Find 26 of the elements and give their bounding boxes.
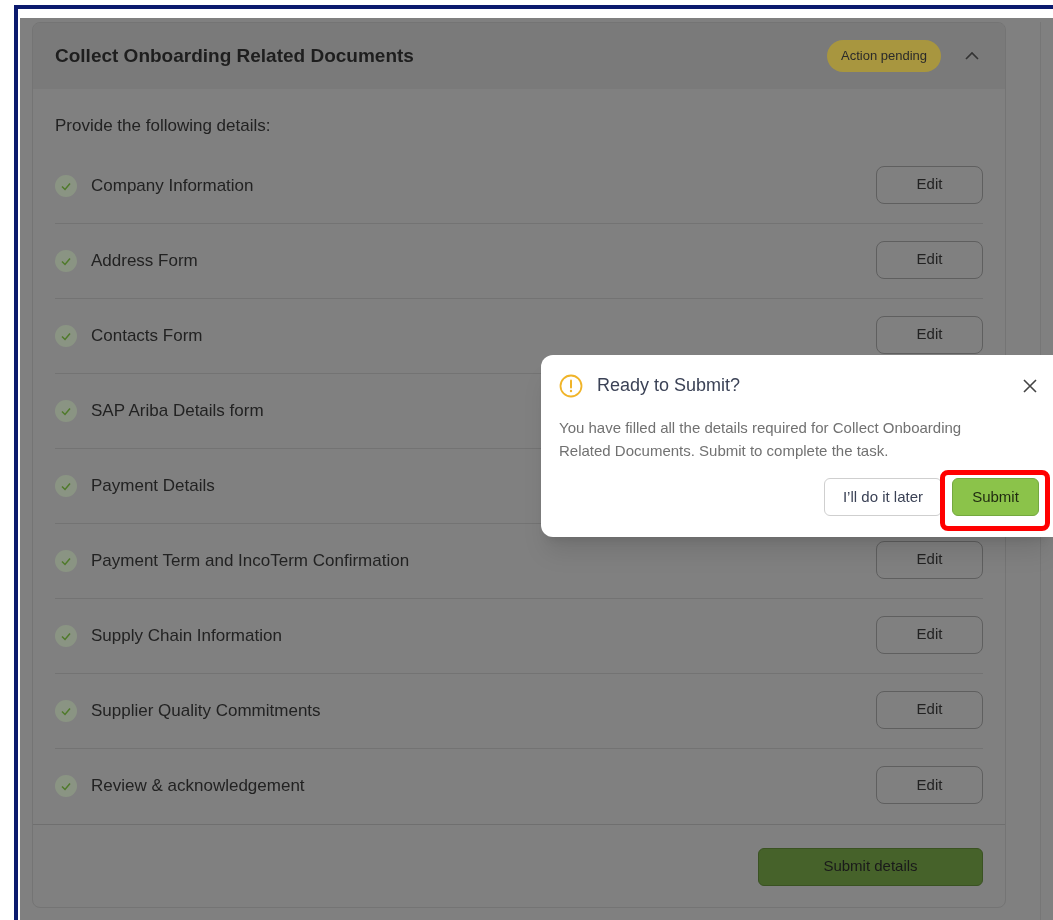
edit-button[interactable]: Edit: [876, 615, 983, 654]
item-label: Payment Term and IncoTerm Confirmation: [91, 549, 410, 572]
instructions-text: Provide the following details:: [55, 115, 272, 137]
edit-button[interactable]: Edit: [876, 540, 983, 579]
close-icon[interactable]: [1023, 378, 1037, 393]
item-label: Payment Details: [91, 474, 215, 497]
item-label: Supply Chain Information: [91, 624, 282, 647]
item-label: SAP Ariba Details form: [91, 399, 264, 422]
edit-button[interactable]: Edit: [876, 240, 983, 279]
edit-button[interactable]: Edit: [876, 315, 983, 354]
later-button[interactable]: I’ll do it later: [823, 478, 942, 516]
card-title: Collect Onboarding Related Documents: [55, 43, 415, 68]
item-label: Contacts Form: [91, 324, 203, 347]
edit-button[interactable]: Edit: [876, 766, 983, 804]
dialog-title: Ready to Submit?: [597, 374, 742, 397]
item-label: Supplier Quality Commitments: [91, 699, 321, 722]
edit-button[interactable]: Edit: [876, 690, 983, 729]
item-label: Address Form: [91, 249, 198, 272]
dialog-message: You have filled all the details required for Collect Onboarding Related Documents. Submit to complete the task.: [559, 418, 963, 461]
warning-icon: [559, 373, 583, 398]
item-label: Review & acknowledgement: [91, 775, 305, 798]
submit-button[interactable]: Submit: [952, 478, 1039, 516]
submit-details-button[interactable]: Submit details: [758, 847, 983, 886]
status-badge: Action pending: [827, 40, 941, 72]
item-label: Company Information: [91, 174, 254, 197]
edit-button[interactable]: Edit: [876, 165, 983, 204]
